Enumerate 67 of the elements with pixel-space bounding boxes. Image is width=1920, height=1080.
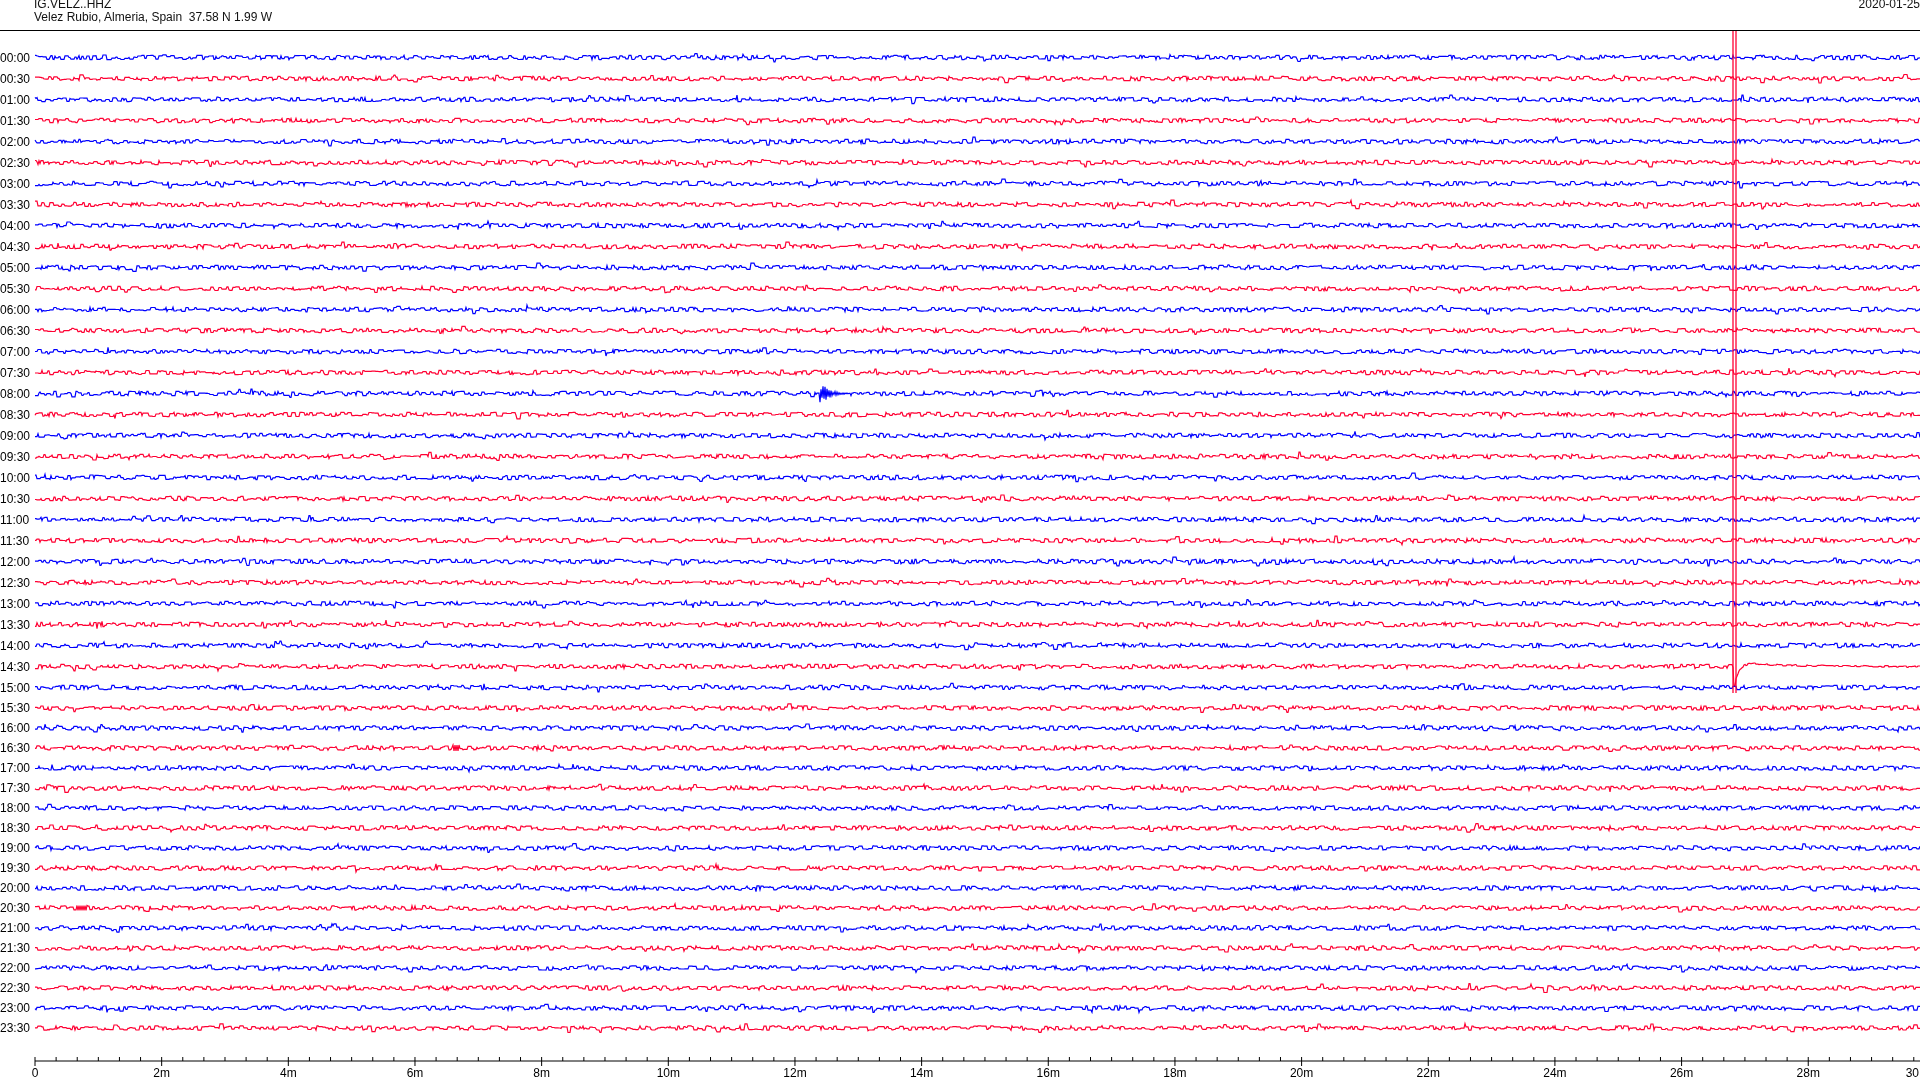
time-label: 16:00 xyxy=(0,722,32,734)
time-label: 02:30 xyxy=(0,156,32,169)
time-label: 09:00 xyxy=(0,429,32,442)
time-label: 21:30 xyxy=(0,942,32,954)
time-label: 04:30 xyxy=(0,240,32,253)
time-label: 12:00 xyxy=(0,555,32,568)
time-label: 08:30 xyxy=(0,408,32,421)
time-label: 06:30 xyxy=(0,324,32,337)
station-location: Velez Rubio, Almeria, Spain 37.58 N 1.99 W xyxy=(34,11,273,24)
time-label: 19:30 xyxy=(0,862,32,874)
time-label: 06:00 xyxy=(0,303,32,316)
time-label: 03:30 xyxy=(0,198,32,211)
time-label: 20:00 xyxy=(0,882,32,894)
axis-label: 6m xyxy=(406,1066,424,1080)
time-label: 04:00 xyxy=(0,219,32,232)
axis-label: 30 xyxy=(1905,1066,1919,1080)
axis-label: 20m xyxy=(1289,1066,1314,1080)
time-label: 18:30 xyxy=(0,822,32,834)
axis-label: 0 xyxy=(31,1066,39,1080)
time-label: 17:00 xyxy=(0,762,32,774)
time-label: 18:00 xyxy=(0,802,32,814)
time-label: 15:00 xyxy=(0,681,32,694)
time-label: 23:00 xyxy=(0,1002,32,1014)
station-code: IG.VELZ..HHZ xyxy=(34,0,113,11)
time-label: 03:00 xyxy=(0,177,32,190)
time-label: 21:00 xyxy=(0,922,32,934)
axis-label: 28m xyxy=(1796,1066,1820,1080)
time-label: 22:00 xyxy=(0,962,32,974)
time-label: 09:30 xyxy=(0,450,32,463)
time-label: 14:00 xyxy=(0,639,32,652)
time-label: 01:30 xyxy=(0,114,32,127)
axis-label: 12m xyxy=(783,1066,807,1080)
time-label: 07:30 xyxy=(0,366,32,379)
time-label: 22:30 xyxy=(0,982,32,994)
axis-label: 4m xyxy=(280,1066,297,1080)
time-label: 23:30 xyxy=(0,1022,32,1034)
time-label: 02:00 xyxy=(0,135,32,148)
time-label: 07:00 xyxy=(0,345,32,358)
time-label: 17:30 xyxy=(0,782,32,794)
time-label: 00:00 xyxy=(0,51,32,64)
axis-label: 16m xyxy=(1036,1066,1060,1080)
time-label: 14:30 xyxy=(0,660,32,673)
axis-label: 10m xyxy=(656,1066,680,1080)
time-label: 13:00 xyxy=(0,597,32,610)
time-label: 05:00 xyxy=(0,261,32,274)
time-label: 10:00 xyxy=(0,471,32,484)
time-label: 11:30 xyxy=(0,534,31,547)
time-label: 10:30 xyxy=(0,492,32,505)
time-label: 16:30 xyxy=(0,742,32,754)
axis-label: 2m xyxy=(153,1066,170,1080)
time-label: 11:00 xyxy=(0,513,31,526)
time-label: 00:30 xyxy=(0,72,32,85)
time-label: 13:30 xyxy=(0,618,32,631)
time-label: 15:30 xyxy=(0,702,32,714)
axis-label: 18m xyxy=(1163,1066,1187,1080)
time-label: 20:30 xyxy=(0,902,32,914)
time-label: 01:00 xyxy=(0,93,32,106)
time-label: 19:00 xyxy=(0,842,32,854)
axis-label: 24m xyxy=(1543,1066,1567,1080)
axis-label: 8m xyxy=(533,1066,550,1080)
axis-label: 22m xyxy=(1416,1066,1440,1080)
axis-label: 26m xyxy=(1669,1066,1694,1080)
time-label: 12:30 xyxy=(0,576,32,589)
time-label: 05:30 xyxy=(0,282,32,295)
time-label: 08:00 xyxy=(0,387,32,400)
axis-label: 14m xyxy=(909,1066,934,1080)
plot-date: 2020-01-25 xyxy=(1858,0,1920,13)
